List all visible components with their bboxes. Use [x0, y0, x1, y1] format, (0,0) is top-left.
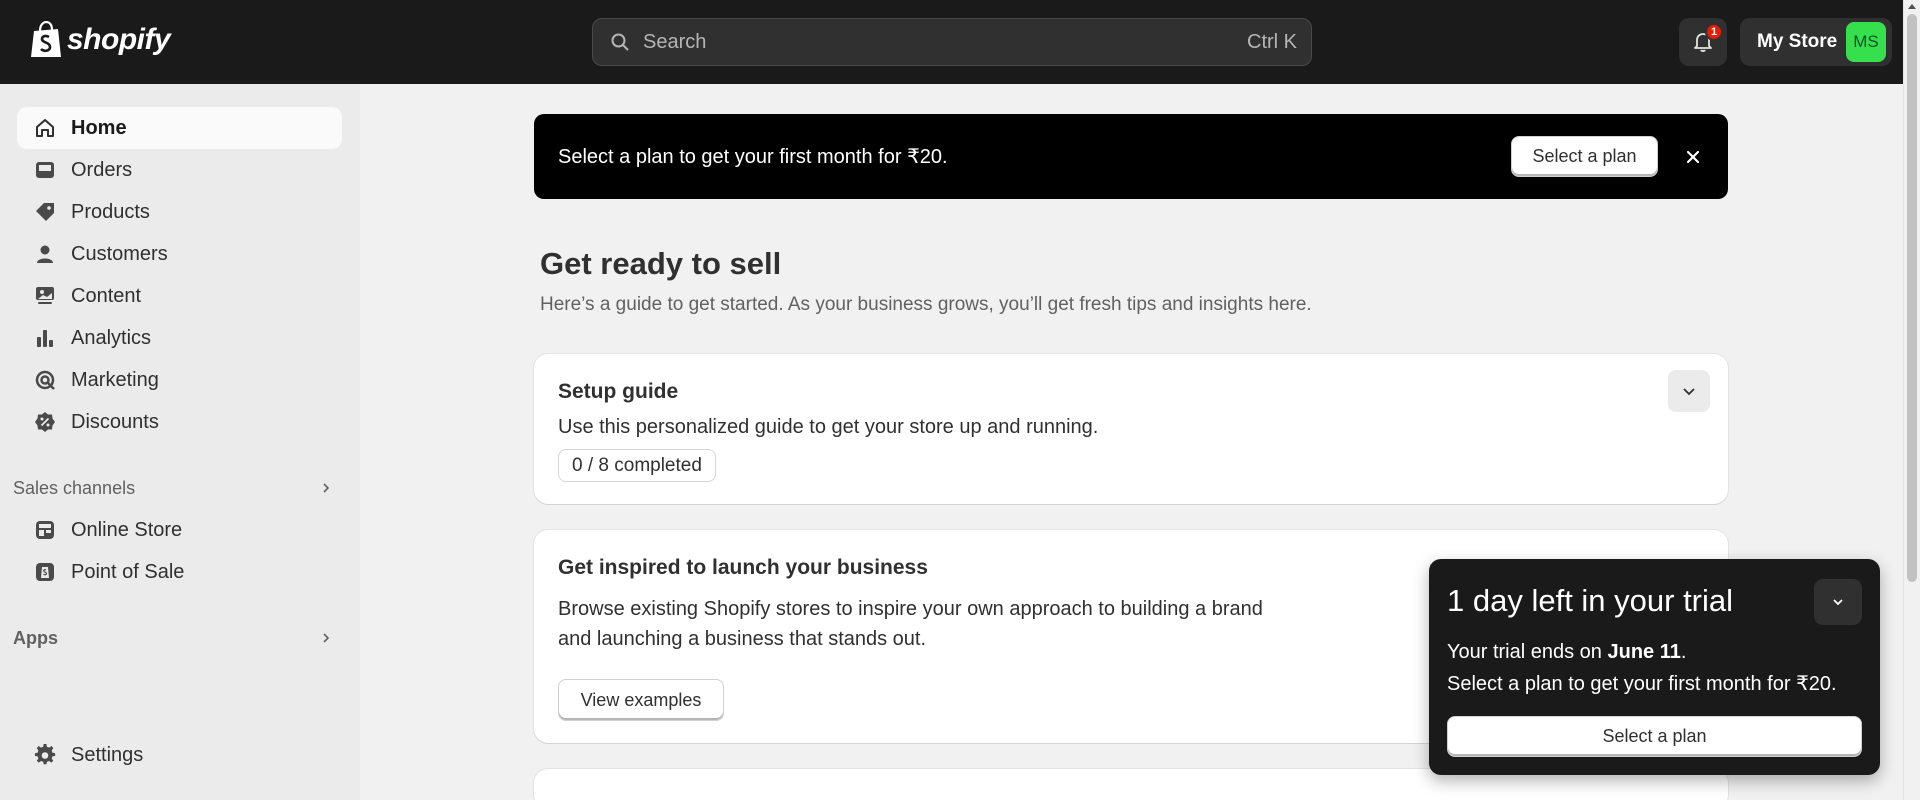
sidebar-item-customers[interactable]: Customers: [17, 233, 342, 275]
avatar: MS: [1846, 22, 1886, 62]
scrollbar-thumb[interactable]: [1907, 14, 1917, 582]
sidebar-item-marketing[interactable]: Marketing: [17, 359, 342, 401]
tag-icon: [33, 200, 57, 224]
sidebar-item-online-store[interactable]: Online Store: [17, 509, 342, 551]
search-bar[interactable]: Search Ctrl K: [592, 18, 1312, 66]
top-bar: shopify Search Ctrl K 1 My Store MS: [0, 0, 1903, 84]
setup-guide-text: Use this personalized guide to get your …: [558, 416, 1099, 438]
sidebar-item-orders[interactable]: Orders: [17, 149, 342, 191]
sidebar-item-label: Content: [71, 284, 142, 307]
sidebar-item-settings[interactable]: Settings: [17, 734, 342, 776]
content-icon: [33, 284, 57, 308]
store-menu-button[interactable]: My Store MS: [1740, 18, 1892, 66]
search-placeholder: Search: [643, 30, 707, 53]
trial-end-date: June 11: [1607, 641, 1681, 663]
setup-progress-badge: 0 / 8 completed: [558, 449, 716, 482]
setup-guide-toggle-button[interactable]: [1668, 370, 1710, 412]
sidebar-item-label: Orders: [71, 158, 133, 181]
sales-channels-label: Sales channels: [13, 477, 136, 498]
store-name: My Store: [1757, 31, 1838, 52]
view-examples-button[interactable]: View examples: [558, 679, 724, 721]
search-shortcut: Ctrl K: [1247, 30, 1297, 53]
trial-end-prefix: Your trial ends on: [1447, 641, 1608, 663]
plan-promo-banner: Select a plan to get your first month fo…: [534, 114, 1728, 199]
page-subtitle: Here’s a guide to get started. As your b…: [540, 294, 1312, 315]
apps-header[interactable]: Apps: [13, 623, 333, 653]
home-icon: [33, 116, 57, 140]
trial-select-plan-button[interactable]: Select a plan: [1447, 716, 1862, 757]
sidebar-item-analytics[interactable]: Analytics: [17, 317, 342, 359]
shopify-logo[interactable]: shopify: [29, 21, 171, 59]
sidebar-item-label: Home: [71, 116, 127, 139]
store-icon: [33, 518, 57, 542]
sidebar-item-discounts[interactable]: Discounts: [17, 401, 342, 443]
chevron-down-icon: [1683, 388, 1695, 396]
chevron-right-icon: [323, 483, 330, 493]
notifications-button[interactable]: 1: [1679, 18, 1727, 66]
trial-end-text: Your trial ends on June 11.: [1447, 641, 1686, 664]
sidebar-item-label: Settings: [71, 743, 144, 766]
setup-guide-card: Setup guide Use this personalized guide …: [534, 354, 1728, 504]
sidebar-item-home[interactable]: Home: [17, 107, 342, 149]
trial-popup: 1 day left in your trial Your trial ends…: [1429, 559, 1880, 775]
notification-badge: 1: [1705, 23, 1723, 41]
sidebar-item-label: Online Store: [71, 518, 183, 541]
sales-channels-header[interactable]: Sales channels: [13, 473, 333, 503]
trial-collapse-button[interactable]: [1814, 579, 1862, 625]
inspiration-title: Get inspired to launch your business: [558, 556, 928, 579]
pos-icon: [33, 560, 57, 584]
sidebar-item-label: Point of Sale: [71, 560, 185, 583]
sidebar: Home Orders Products Customers Content A…: [0, 84, 360, 800]
trial-end-suffix: .: [1680, 641, 1687, 663]
search-icon: [611, 33, 629, 51]
target-icon: [33, 368, 57, 392]
shopify-bag-icon: [31, 21, 61, 57]
chevron-right-icon: [323, 633, 330, 643]
inspiration-text-line-2: and launching a business that stands out…: [558, 628, 927, 650]
apps-label: Apps: [13, 627, 58, 648]
banner-text: Select a plan to get your first month fo…: [558, 146, 948, 168]
scroll-up-arrow-icon[interactable]: [1908, 4, 1916, 9]
inspiration-text-line-1: Browse existing Shopify stores to inspir…: [558, 598, 1263, 620]
inbox-icon: [33, 158, 57, 182]
page-scrollbar[interactable]: [1903, 0, 1920, 800]
page-title: Get ready to sell: [540, 246, 782, 281]
logo-wordmark: shopify: [67, 23, 171, 56]
trial-title: 1 day left in your trial: [1447, 583, 1734, 618]
setup-guide-title: Setup guide: [558, 380, 679, 403]
trial-offer-text: Select a plan to get your first month fo…: [1447, 673, 1837, 695]
sidebar-item-label: Marketing: [71, 368, 159, 391]
sidebar-item-content[interactable]: Content: [17, 275, 342, 317]
bar-chart-icon: [33, 326, 57, 350]
gear-icon: [33, 743, 57, 767]
close-icon[interactable]: [1682, 146, 1704, 168]
chevron-down-icon: [1833, 599, 1843, 606]
sidebar-item-products[interactable]: Products: [17, 191, 342, 233]
select-plan-button[interactable]: Select a plan: [1511, 136, 1658, 177]
discount-icon: [33, 410, 57, 434]
person-icon: [33, 242, 57, 266]
sidebar-item-label: Customers: [71, 242, 168, 265]
sidebar-item-label: Discounts: [71, 410, 159, 433]
sidebar-item-label: Products: [71, 200, 150, 223]
sidebar-item-label: Analytics: [71, 326, 152, 349]
sidebar-item-point-of-sale[interactable]: Point of Sale: [17, 551, 342, 593]
